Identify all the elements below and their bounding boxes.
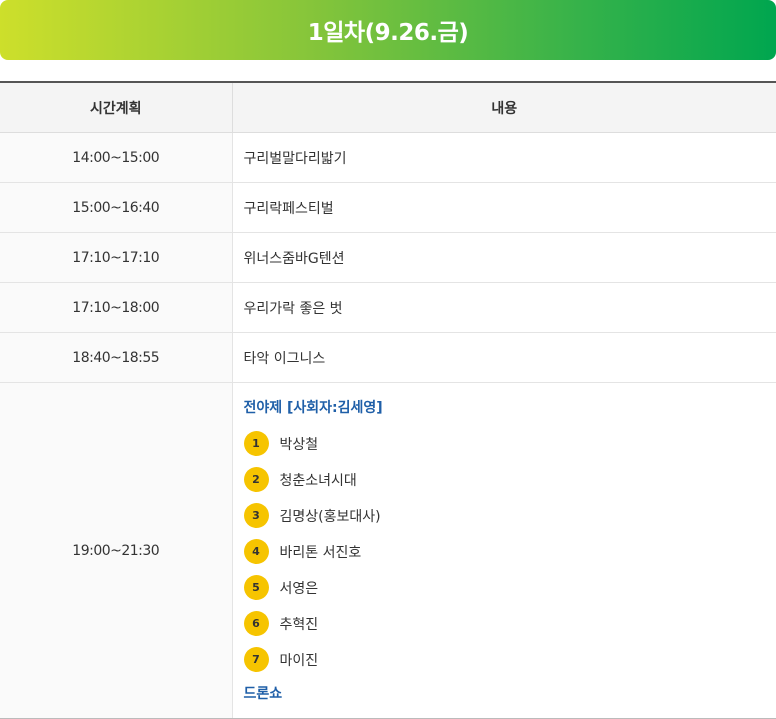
number-badge: 5 [243,575,269,600]
row-time: 15:00~16:40 [0,182,233,233]
performer-item: 3 김명상(홍보대사) [243,498,776,534]
table-row: 17:10~17:10 위너스줌바G텐션 [0,232,776,283]
number-badge: 1 [243,431,269,456]
table-row: 17:10~18:00 우리가락 좋은 벗 [0,282,776,333]
performer-name: 청춘소녀시대 [279,472,357,489]
performer-name: 추혁진 [279,616,319,633]
performer-name: 김명상(홍보대사) [279,508,381,525]
performer-item: 2 청춘소녀시대 [243,462,776,498]
schedule-table: 시간계획 내용 14:00~15:00 구리벌말다리밟기 15:00~16:40… [0,81,776,719]
row-content: 구리락페스티벌 [232,182,776,233]
row-content: 타악 이그니스 [232,332,776,383]
ceremony-block: 전야제 [사회자:김세영] 1 박상철 2 청춘소녀시대 3 김명상(홍보대사) [243,394,776,708]
column-header-time: 시간계획 [0,82,233,133]
day-header-banner: 1일차(9.26.금) [0,0,776,60]
finale-title: 드론쇼 [243,685,283,702]
performer-name: 바리톤 서진호 [279,544,362,561]
performer-item: 7 마이진 [243,642,776,678]
day-title: 1일차(9.26.금) [307,20,469,46]
table-row: 18:40~18:55 타악 이그니스 [0,332,776,383]
column-header-content: 내용 [232,82,776,133]
performer-name: 서영은 [279,580,319,597]
table-row: 14:00~15:00 구리벌말다리밟기 [0,132,776,183]
ceremony-cell: 전야제 [사회자:김세영] 1 박상철 2 청춘소녀시대 3 김명상(홍보대사) [232,382,776,719]
number-badge: 2 [243,467,269,492]
table-row: 15:00~16:40 구리락페스티벌 [0,182,776,233]
performer-item: 1 박상철 [243,426,776,462]
performer-item: 6 추혁진 [243,606,776,642]
row-time: 14:00~15:00 [0,132,233,183]
ceremony-title: 전야제 [사회자:김세영] [243,399,383,416]
row-content: 구리벌말다리밟기 [232,132,776,183]
number-badge: 7 [243,647,269,672]
table-row-ceremony: 19:00~21:30 전야제 [사회자:김세영] 1 박상철 2 청춘소녀시대… [0,382,776,719]
performer-name: 마이진 [279,652,319,669]
table-header-row: 시간계획 내용 [0,82,776,133]
row-time: 17:10~18:00 [0,282,233,333]
performer-name: 박상철 [279,436,319,453]
row-content: 우리가락 좋은 벗 [232,282,776,333]
row-time: 17:10~17:10 [0,232,233,283]
number-badge: 3 [243,503,269,528]
number-badge: 4 [243,539,269,564]
row-time: 19:00~21:30 [0,382,233,719]
row-content: 위너스줌바G텐션 [232,232,776,283]
performer-item: 5 서영은 [243,570,776,606]
performer-item: 4 바리톤 서진호 [243,534,776,570]
number-badge: 6 [243,611,269,636]
row-time: 18:40~18:55 [0,332,233,383]
